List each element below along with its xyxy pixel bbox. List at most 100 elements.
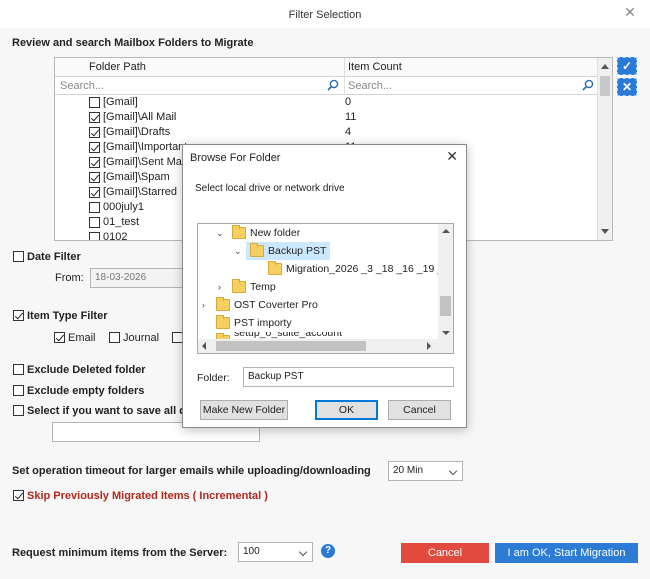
chevron-down-icon[interactable]: ⌄: [234, 242, 242, 260]
col-folder-path[interactable]: Folder Path: [55, 58, 345, 77]
folder-path-cell: 01_test: [103, 216, 140, 228]
close-icon[interactable]: ✕: [446, 148, 458, 165]
tree-item[interactable]: › Temp: [198, 278, 438, 296]
scroll-left-icon[interactable]: [202, 342, 206, 350]
folder-path-cell: [Gmail]\All Mail: [103, 111, 177, 123]
tree-hscroll[interactable]: [198, 339, 438, 353]
email-checkbox[interactable]: Email: [54, 331, 104, 345]
row-checkbox[interactable]: [89, 232, 100, 240]
from-date-input[interactable]: 18-03-2026: [90, 268, 184, 288]
tree-vscroll[interactable]: [438, 224, 453, 353]
make-new-folder-button[interactable]: Make New Folder: [200, 400, 288, 420]
table-row[interactable]: [Gmail] 0: [55, 95, 599, 110]
help-icon[interactable]: ?: [321, 544, 335, 558]
path-search-input[interactable]: Search...: [55, 77, 345, 95]
row-checkbox[interactable]: [89, 217, 100, 228]
scroll-thumb[interactable]: [600, 76, 610, 96]
request-min-select[interactable]: 100: [238, 542, 313, 562]
folder-icon: [216, 297, 230, 311]
browse-folder-dialog: Browse For Folder ✕ Select local drive o…: [182, 144, 467, 428]
timeout-value: 20 Min: [393, 465, 424, 476]
exclude-empty-checkbox[interactable]: Exclude empty folders: [13, 384, 173, 398]
select-all-button[interactable]: ✓: [617, 57, 637, 75]
row-checkbox[interactable]: [89, 202, 100, 213]
scroll-down-icon[interactable]: [601, 229, 609, 234]
timeout-select[interactable]: 20 Min: [388, 461, 463, 481]
table-row[interactable]: [Gmail]\All Mail 11: [55, 110, 599, 125]
chevron-down-icon: [448, 466, 458, 476]
start-migration-button[interactable]: I am OK, Start Migration: [495, 543, 638, 563]
folder-label: Folder:: [197, 372, 230, 384]
item-count-cell: 0: [345, 96, 352, 108]
exclude-deleted-checkbox[interactable]: Exclude Deleted folder: [13, 363, 173, 377]
count-search-input[interactable]: Search...: [345, 77, 599, 95]
from-label: From:: [55, 272, 84, 284]
item-count-cell: 4: [345, 126, 352, 138]
dialog-title: Browse For Folder: [190, 152, 281, 164]
folder-path-cell: [Gmail]\Sent Mail: [103, 156, 187, 168]
folder-path-cell: [Gmail]\Drafts: [103, 126, 171, 138]
row-checkbox[interactable]: [89, 172, 100, 183]
col-item-count[interactable]: Item Count: [345, 58, 599, 77]
grid-scrollbar[interactable]: [597, 58, 612, 240]
scroll-down-icon[interactable]: [442, 331, 450, 335]
date-filter-checkbox[interactable]: Date Filter: [13, 250, 133, 264]
tree-item[interactable]: › OST Coverter Pro: [198, 296, 438, 314]
filter-selection-window: Filter Selection ✕ Review and search Mai…: [0, 0, 650, 579]
cancel-button[interactable]: Cancel: [401, 543, 489, 563]
review-label: Review and search Mailbox Folders to Mig…: [12, 37, 254, 49]
request-min-value: 100: [243, 546, 260, 557]
folder-icon: [250, 243, 264, 257]
folder-path-cell: 000july1: [103, 201, 144, 213]
item-type-filter-checkbox[interactable]: Item Type Filter: [13, 309, 153, 323]
row-checkbox[interactable]: [89, 97, 100, 108]
row-checkbox[interactable]: [89, 142, 100, 153]
row-checkbox[interactable]: [89, 157, 100, 168]
tree-item[interactable]: ⌄ New folder: [198, 224, 438, 242]
row-checkbox[interactable]: [89, 127, 100, 138]
search-icon[interactable]: [327, 79, 339, 91]
folder-path-cell: [Gmail]\Important: [103, 141, 188, 153]
scroll-thumb[interactable]: [440, 296, 451, 316]
tree-item-label: PST importy: [234, 317, 292, 329]
folder-path-cell: 0102: [103, 231, 128, 240]
dialog-cancel-button[interactable]: Cancel: [388, 400, 451, 420]
tree-item-label: Migration_2026 _3 _18 _16 _19 _43: [286, 263, 454, 275]
check-all-icon: ✓: [621, 59, 633, 73]
scroll-thumb[interactable]: [216, 341, 366, 351]
chevron-right-icon[interactable]: ›: [218, 278, 221, 296]
save-all-checkbox[interactable]: Select if you want to save all data: [13, 404, 183, 418]
scroll-right-icon[interactable]: [427, 342, 431, 350]
search-icon[interactable]: [582, 79, 594, 91]
skip-migrated-checkbox[interactable]: Skip Previously Migrated Items ( Increme…: [13, 489, 273, 503]
scroll-up-icon[interactable]: [442, 229, 450, 233]
deselect-all-button[interactable]: ✕: [617, 78, 637, 96]
row-checkbox[interactable]: [89, 187, 100, 198]
row-checkbox[interactable]: [89, 112, 100, 123]
ok-button[interactable]: OK: [315, 400, 378, 420]
folder-icon: [216, 315, 230, 329]
chevron-right-icon[interactable]: ›: [202, 296, 205, 314]
folder-tree[interactable]: ⌄ New folder ⌄ Backup PST Migration_2026…: [197, 223, 454, 354]
scroll-up-icon[interactable]: [601, 64, 609, 69]
journal-checkbox[interactable]: Journal: [109, 331, 169, 345]
folder-path-cell: [Gmail]\Spam: [103, 171, 170, 183]
uncheck-all-icon: ✕: [621, 80, 633, 94]
item-count-cell: 11: [345, 111, 357, 123]
chevron-down-icon: [298, 547, 308, 557]
request-min-label: Request minimum items from the Server:: [12, 547, 228, 559]
folder-input[interactable]: Backup PST: [243, 367, 454, 387]
tree-item-label: New folder: [250, 227, 301, 239]
close-icon[interactable]: ✕: [622, 4, 638, 20]
grid-header: Folder Path Item Count: [55, 58, 599, 77]
tree-item[interactable]: PST importy: [198, 314, 438, 332]
tree-item[interactable]: Migration_2026 _3 _18 _16 _19 _43: [198, 260, 453, 278]
tree-item-label: OST Coverter Pro: [234, 299, 318, 311]
tree-item-label: Temp: [250, 281, 276, 293]
tree-item-selected[interactable]: ⌄ Backup PST: [234, 242, 330, 260]
dialog-subtitle: Select local drive or network drive: [195, 183, 345, 194]
folder-icon: [232, 279, 246, 293]
timeout-label: Set operation timeout for larger emails …: [12, 465, 371, 477]
chevron-down-icon[interactable]: ⌄: [216, 224, 224, 242]
table-row[interactable]: [Gmail]\Drafts 4: [55, 125, 599, 140]
